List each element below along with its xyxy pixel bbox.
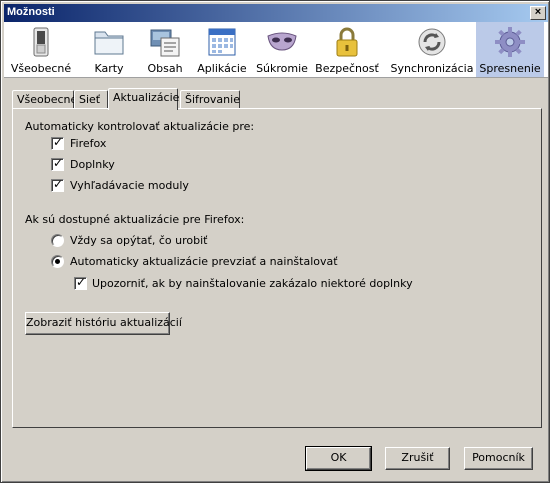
checkmark-icon: ✓ [53, 156, 64, 170]
tab-encryption[interactable]: Šifrovanie [180, 90, 240, 109]
ask-radio[interactable] [51, 234, 64, 247]
search-engines-label[interactable]: Vyhľadávacie moduly [70, 179, 189, 192]
ask-label[interactable]: Vždy sa opýtať, čo urobiť [70, 234, 207, 247]
ok-button[interactable]: OK [305, 446, 372, 471]
checkmark-icon: ✓ [76, 275, 87, 289]
content-page-icon [150, 29, 180, 57]
applications-calendar-icon [208, 28, 236, 56]
switch-icon [33, 27, 49, 57]
pane-privacy[interactable]: Súkromie [254, 22, 310, 77]
pane-label: Karty [94, 62, 124, 75]
pane-content[interactable]: Obsah [140, 22, 190, 77]
button-label: Zrušiť [401, 451, 434, 464]
checkmark-icon: ✓ [53, 135, 64, 149]
tab-label: Sieť [79, 93, 101, 106]
pane-general[interactable]: Všeobecné [10, 22, 72, 77]
tab-updates[interactable]: Aktualizácie [108, 88, 180, 110]
pane-label: Obsah [147, 62, 183, 75]
pane-label: Súkromie [256, 62, 308, 75]
updates-panel [12, 108, 542, 428]
search-engines-checkbox[interactable]: ✓ [51, 177, 64, 192]
close-button[interactable]: × [530, 6, 546, 20]
button-label: Zobraziť históriu aktualizácií [26, 316, 182, 329]
firefox-checkbox[interactable]: ✓ [51, 135, 64, 150]
tab-network[interactable]: Sieť [74, 90, 108, 109]
firefox-label[interactable]: Firefox [70, 137, 106, 150]
help-button[interactable]: Pomocník [464, 447, 533, 470]
available-updates-heading: Ak sú dostupné aktualizácie pre Firefox: [25, 213, 245, 226]
pane-sync[interactable]: Synchronizácia [390, 22, 474, 77]
warn-label[interactable]: Upozorniť, ak by nainštalovanie zakázalo… [92, 277, 413, 290]
pane-label: Všeobecné [10, 62, 72, 75]
button-label: Pomocník [472, 451, 525, 464]
warn-checkbox[interactable]: ✓ [74, 275, 87, 290]
pane-tabs[interactable]: Karty [84, 22, 134, 77]
padlock-icon [336, 27, 358, 57]
sync-icon [418, 28, 446, 56]
pane-label: Spresnenie [479, 62, 541, 75]
options-dialog: Možnosti × Všeobecné Karty Obsah Aplikác… [0, 0, 550, 483]
checkmark-icon: ✓ [53, 177, 64, 191]
pane-label: Aplikácie [197, 62, 247, 75]
pane-applications[interactable]: Aplikácie [194, 22, 250, 77]
privacy-mask-icon [267, 32, 297, 51]
addons-label[interactable]: Doplnky [70, 158, 115, 171]
auto-check-heading: Automaticky kontrolovať aktualizácie pre… [25, 120, 255, 133]
close-icon: × [534, 6, 542, 18]
tab-general[interactable]: Všeobecné [12, 90, 78, 109]
addons-checkbox[interactable]: ✓ [51, 156, 64, 171]
title-bar[interactable]: Možnosti × [4, 4, 548, 22]
preferences-toolbar: Všeobecné Karty Obsah Aplikácie Súkromie… [4, 22, 548, 78]
pane-label: Synchronizácia [390, 62, 474, 75]
radio-dot-icon [55, 259, 60, 264]
auto-install-label[interactable]: Automaticky aktualizácie prevziať a nain… [70, 255, 338, 268]
cancel-button[interactable]: Zrušiť [385, 447, 450, 470]
window-title: Možnosti [7, 6, 55, 18]
pane-advanced[interactable]: Spresnenie [476, 22, 544, 77]
tabs-folder-icon [94, 31, 124, 55]
tab-label: Aktualizácie [113, 91, 180, 104]
button-label: OK [330, 451, 347, 464]
pane-label: Bezpečnosť [315, 62, 379, 75]
tab-label: Šifrovanie [185, 93, 240, 106]
auto-install-radio[interactable] [51, 255, 64, 268]
gear-icon [495, 27, 525, 57]
show-update-history-button[interactable]: Zobraziť históriu aktualizácií [25, 312, 182, 335]
tab-label: Všeobecné [17, 93, 78, 106]
pane-security[interactable]: Bezpečnosť [314, 22, 380, 77]
